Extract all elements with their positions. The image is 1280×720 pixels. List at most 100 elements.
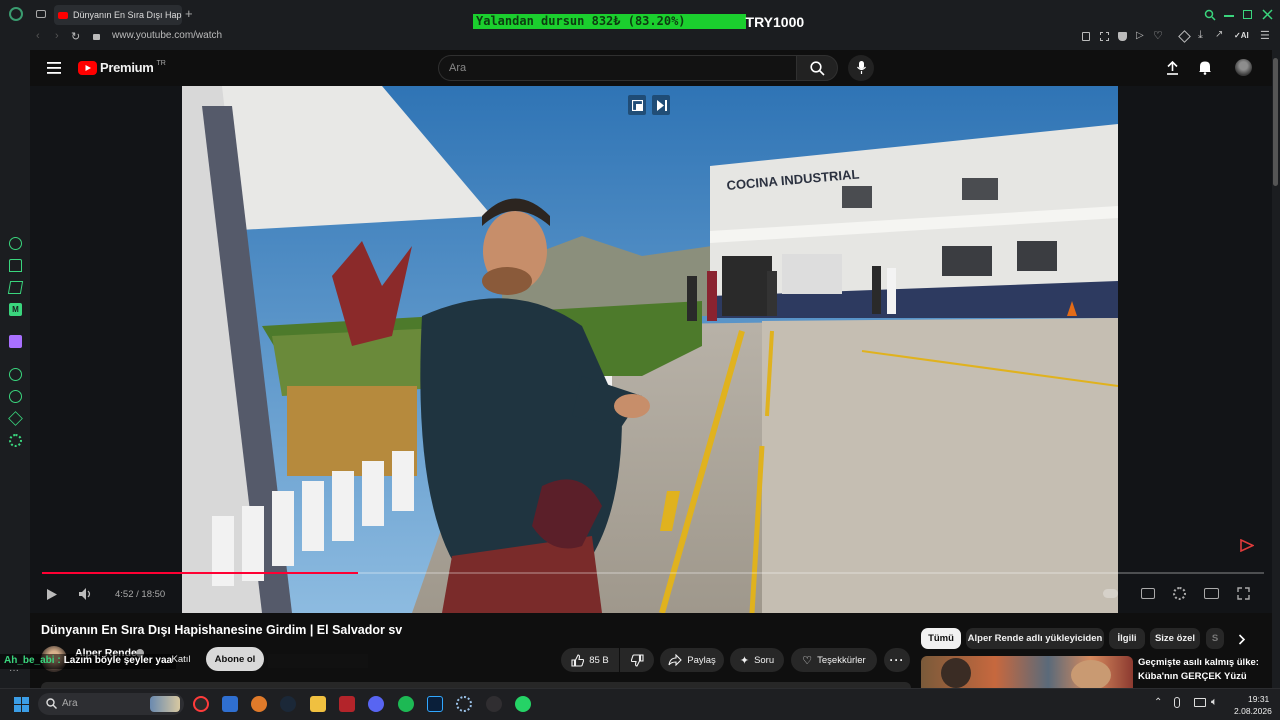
recommendation-title-line1[interactable]: Geçmişte asılı kalmış ülke: (1138, 657, 1259, 668)
taskbar-search-icon (46, 698, 57, 709)
address-bar-url[interactable]: www.youtube.com/watch (112, 30, 222, 41)
page-scrollbar[interactable] (1272, 50, 1280, 688)
music-icon[interactable] (7, 281, 24, 294)
search-input[interactable]: Ara (438, 55, 796, 81)
time-display: 4:52 / 18:50 (115, 589, 166, 600)
tray-volume-icon[interactable]: 🔈︎ (1211, 696, 1218, 709)
chip-related[interactable]: İlgili (1109, 628, 1145, 649)
back-icon[interactable]: ‹ (36, 30, 40, 42)
like-button[interactable]: 85 B (561, 648, 619, 672)
taskbar-search[interactable]: Ara (38, 693, 184, 715)
volume-icon[interactable] (78, 587, 92, 601)
settings-icon[interactable] (1173, 587, 1186, 600)
thumbs-down-icon (630, 653, 644, 667)
upload-icon[interactable] (1166, 61, 1179, 75)
thanks-button[interactable]: ♡ Teşekkürler (791, 648, 877, 672)
chevron-right-icon[interactable] (1238, 634, 1246, 645)
search-icon (810, 61, 825, 76)
chat-message: Lazım böyle şeyler yaa (63, 655, 173, 666)
share-page-icon[interactable]: ↗ (1215, 29, 1223, 40)
subtitles-icon[interactable] (1141, 588, 1155, 599)
recommendation-thumbnail[interactable] (921, 656, 1133, 688)
chip-from-uploader[interactable]: Alper Rende adlı yükleyiciden (966, 628, 1104, 649)
maximize-button[interactable] (1243, 10, 1252, 19)
scrollbar-thumb[interactable] (1273, 58, 1278, 186)
reload-icon[interactable]: ↻ (71, 30, 80, 43)
chip-all[interactable]: Tümü (921, 628, 961, 649)
messenger-icon[interactable]: M (9, 303, 22, 316)
player-icon[interactable]: ▷ (1136, 30, 1144, 41)
app-taskbar-icon[interactable] (251, 696, 267, 712)
tray-network-icon[interactable] (1194, 698, 1206, 707)
opera-taskbar-icon[interactable] (193, 696, 209, 712)
steam-taskbar-icon[interactable] (280, 696, 296, 712)
next-video-icon[interactable] (657, 100, 667, 111)
chat-overlay: Ah_be_abi : Lazım böyle şeyler yaa (0, 654, 177, 669)
twitch-icon[interactable] (9, 335, 22, 348)
share-button[interactable]: Paylaş (660, 648, 724, 672)
youtube-play-logo-icon (78, 60, 97, 75)
search-tabs-icon[interactable] (1204, 9, 1216, 21)
new-tab-button[interactable]: + (185, 7, 193, 20)
player-sidebar-icon[interactable] (9, 368, 22, 381)
video-frame[interactable]: COCINA INDUSTRIAL (182, 86, 1118, 613)
heart-icon[interactable]: ♡ (1153, 29, 1163, 42)
tray-mic-icon[interactable] (1174, 697, 1180, 708)
chip-for-you[interactable]: Size özel (1150, 628, 1200, 649)
file-explorer-taskbar-icon[interactable] (310, 696, 326, 712)
voice-search-button[interactable] (848, 55, 874, 81)
ask-button[interactable]: ✦ Soru (730, 648, 784, 672)
settings-taskbar-icon[interactable] (456, 696, 472, 712)
notifications-bell-icon[interactable] (1198, 60, 1212, 75)
easy-setup-icon[interactable]: ☰ (1260, 29, 1270, 42)
fullscreen-icon[interactable] (1237, 587, 1250, 600)
miniplayer-icon[interactable] (632, 100, 643, 111)
pin-icon[interactable] (1082, 32, 1090, 41)
recommendation-title-line2[interactable]: Küba'nın GERÇEK Yüzü (1138, 671, 1247, 682)
youtube-logo[interactable]: Premium TR (78, 60, 166, 75)
opera-logo-icon[interactable] (9, 7, 23, 21)
windows-start-icon[interactable] (14, 697, 29, 712)
progress-bar-track[interactable] (42, 572, 1264, 574)
chip-more[interactable]: S (1206, 628, 1224, 649)
dislike-button[interactable] (620, 648, 654, 672)
extensions-sidebar-icon[interactable] (8, 411, 23, 426)
theater-mode-icon[interactable] (1204, 588, 1219, 599)
aria-icon[interactable] (9, 237, 22, 250)
clock-date[interactable]: 2.08.2026 (1234, 706, 1272, 716)
join-button[interactable]: Katıl (165, 647, 197, 671)
tab-overview-icon[interactable] (36, 10, 46, 18)
tray-chevron-icon[interactable]: ⌃ (1154, 697, 1162, 708)
adblock-icon[interactable] (1118, 32, 1127, 41)
crypto-wallet-icon[interactable] (9, 259, 22, 272)
price-ticker: Yalandan dursun 832₺ (83.20%) TRY1000 (473, 14, 804, 30)
hamburger-menu-icon[interactable] (47, 62, 61, 74)
store-taskbar-icon[interactable] (222, 696, 238, 712)
minimize-button[interactable] (1224, 15, 1234, 17)
progress-bar-played (42, 572, 359, 574)
tab-youtube[interactable]: Dünyanın En Sıra Dışı Hapis (54, 5, 182, 25)
extensions-icon[interactable] (1178, 30, 1191, 43)
history-icon[interactable] (9, 390, 22, 403)
discord-taskbar-icon[interactable] (368, 696, 384, 712)
aria-ai-icon[interactable]: ✓AI (1234, 31, 1249, 40)
autoplay-toggle[interactable] (1103, 589, 1118, 598)
acrobat-taskbar-icon[interactable] (339, 696, 355, 712)
download-icon[interactable]: ⤓ (1198, 29, 1203, 42)
clock-time[interactable]: 19:31 (1248, 694, 1269, 704)
subscribe-button[interactable]: Abone ol (206, 647, 264, 671)
search-button[interactable] (796, 55, 838, 81)
photoshop-taskbar-icon[interactable] (427, 696, 443, 712)
play-icon[interactable] (46, 588, 58, 601)
whatsapp-taskbar-icon[interactable] (515, 696, 531, 712)
settings-gear-icon[interactable] (9, 434, 22, 447)
more-actions-button[interactable]: ··· (884, 648, 910, 672)
avatar[interactable] (1235, 59, 1252, 76)
close-icon[interactable] (1262, 9, 1273, 20)
logo-text: Premium (100, 60, 154, 75)
youtube-favicon-icon (58, 11, 68, 19)
snapshot-icon[interactable] (1100, 32, 1109, 41)
obs-taskbar-icon[interactable] (486, 696, 502, 712)
forward-icon[interactable]: › (55, 30, 59, 42)
spotify-taskbar-icon[interactable] (398, 696, 414, 712)
